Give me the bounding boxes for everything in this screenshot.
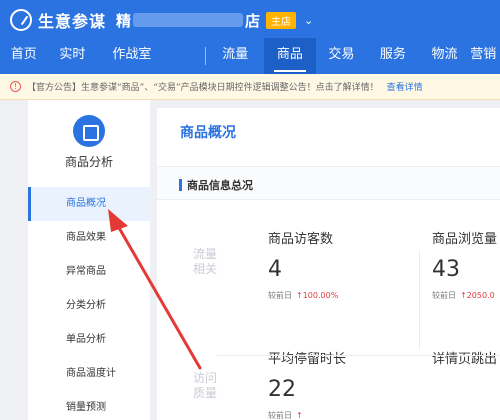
compare-label: 较前日: [268, 291, 292, 300]
metric-name: 商品浏览量: [432, 232, 498, 247]
section-marker: [179, 179, 182, 191]
shop-name-redacted: [133, 13, 244, 27]
main-nav: 首页 实时 作战室 流量 商品 交易 服务 物流 营销: [0, 38, 500, 74]
page-title-bar: 商品概况: [157, 108, 500, 158]
nav-traffic[interactable]: 流量: [207, 38, 265, 74]
nav-logistics[interactable]: 物流: [419, 38, 471, 74]
metric-compare: 较前日 ↑2050.0: [432, 290, 497, 301]
metric-compare: 较前日 ↑: [268, 410, 346, 420]
compare-value: 100.00%: [302, 291, 339, 300]
main-content: 商品概况 商品信息总况 流量相关 访问质量 商品访客数 4 较前日 ↑100.00…: [157, 100, 500, 420]
compare-label: 较前日: [268, 411, 292, 420]
sidebar-item-abnormal-products[interactable]: 异常商品: [28, 255, 150, 289]
sidebar-item-single-product-analysis[interactable]: 单品分析: [28, 323, 150, 357]
metric-name: 详情页跳出: [432, 352, 498, 367]
alert-icon: !: [10, 81, 21, 92]
compass-icon: [10, 9, 32, 31]
sidebar-item-sales-forecast[interactable]: 销量预测: [28, 391, 150, 420]
metric-divider-horizontal: [217, 355, 500, 356]
metric-name: 商品访客数: [268, 232, 334, 247]
metric-value: 4: [268, 257, 282, 282]
shop-name-tail: 店: [245, 11, 261, 30]
sidebar-item-product-thermometer[interactable]: 商品温度计: [28, 357, 150, 391]
nav-products[interactable]: 商品: [264, 38, 316, 74]
sidebar-header-label: 商品分析: [64, 155, 113, 169]
metric-value: 43: [432, 257, 460, 282]
nav-service[interactable]: 服务: [367, 38, 419, 74]
section-header: 商品信息总况: [157, 166, 500, 200]
page-title: 商品概况: [180, 125, 236, 141]
compare-up-value: ↑100.00%: [296, 291, 339, 300]
announcement-text: 【官方公告】生意参谋“商品”、“交易”产品模块日期控件逻辑调整公告！点击了解详情…: [27, 83, 379, 93]
top-bar: 生意参谋 精 店 主店 ⌄ 首页 实时 作战室 流量 商品 交易 服务 物流 营…: [0, 0, 500, 74]
metric-product-pageviews[interactable]: 商品浏览量 43 较前日 ↑2050.0: [432, 228, 497, 301]
announcement-bar: ! 【官方公告】生意参谋“商品”、“交易”产品模块日期控件逻辑调整公告！点击了解…: [0, 74, 500, 100]
compare-value: 2050.0: [466, 291, 495, 300]
shop-name-head: 精: [116, 11, 132, 30]
metric-compare: 较前日 ↑100.00%: [268, 290, 338, 301]
section-title: 商品信息总况: [187, 179, 253, 192]
sidebar-item-category-analysis[interactable]: 分类分析: [28, 289, 150, 323]
group-label-visit-quality: 访问质量: [192, 371, 217, 400]
nav-marketing[interactable]: 营销: [470, 38, 500, 74]
metric-avg-stay-duration[interactable]: 平均停留时长 22 较前日 ↑: [268, 348, 346, 420]
brand-title: 生意参谋: [38, 12, 107, 31]
nav-realtime[interactable]: 实时: [48, 38, 98, 74]
nav-war-room[interactable]: 作战室: [97, 38, 166, 74]
product-bag-icon: [73, 115, 105, 147]
sidebar-header: 商品分析: [28, 100, 150, 180]
metric-name: 平均停留时长: [268, 352, 347, 367]
sidebar-item-product-overview[interactable]: 商品概况: [28, 187, 150, 221]
metric-value: 22: [268, 377, 296, 402]
compare-up-arrow: ↑: [296, 411, 303, 420]
brand[interactable]: 生意参谋 精 店 主店 ⌄: [10, 4, 313, 36]
chevron-down-icon[interactable]: ⌄: [304, 14, 313, 27]
sidebar-item-product-effect[interactable]: 商品效果: [28, 221, 150, 255]
nav-home[interactable]: 首页: [0, 38, 48, 74]
sidebar: 商品分析 商品概况 商品效果 异常商品 分类分析 单品分析 商品温度计 销量预测: [28, 100, 150, 420]
metric-divider-vertical: [419, 250, 420, 350]
announcement-link[interactable]: 查看详情: [387, 80, 423, 93]
compare-up-value: ↑2050.0: [460, 291, 495, 300]
group-label-traffic: 流量相关: [192, 247, 217, 276]
main-shop-badge: 主店: [266, 11, 297, 29]
compare-label: 较前日: [432, 291, 456, 300]
metric-product-visitors[interactable]: 商品访客数 4 较前日 ↑100.00%: [268, 228, 338, 301]
metric-detail-bounce[interactable]: 详情页跳出: [432, 348, 497, 367]
nav-trade[interactable]: 交易: [316, 38, 368, 74]
nav-divider: [205, 47, 206, 65]
